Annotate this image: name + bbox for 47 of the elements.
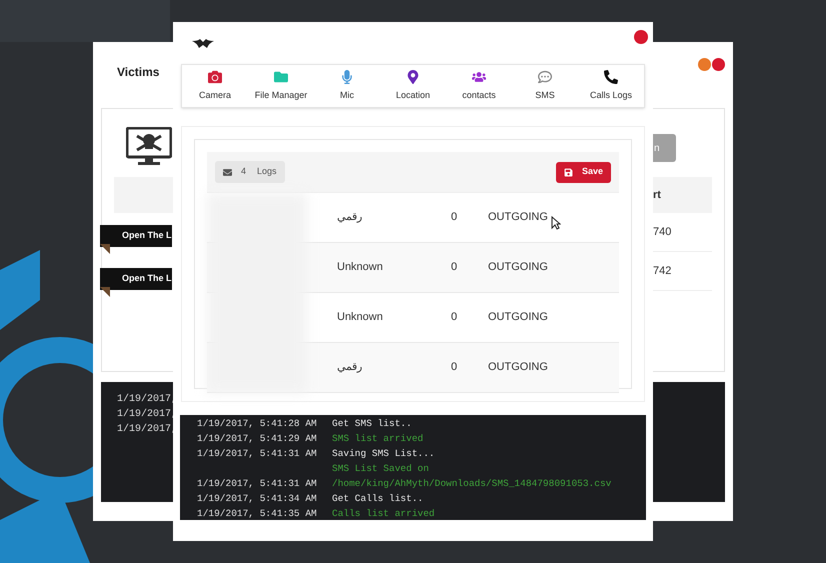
toolbar-button[interactable]: Calls Logs (578, 70, 644, 102)
table-cell-text: 0 (451, 260, 458, 276)
ribbon-fold-icon (100, 244, 110, 254)
logs-count-badge: 4 Logs (215, 161, 285, 183)
table-cell-text: Unknown (337, 260, 384, 276)
log-message: SMS List Saved on (332, 462, 429, 476)
table-cell-text: 0 (451, 310, 458, 326)
table-cell-text: رقمي (337, 210, 363, 226)
table-header: rt (652, 177, 712, 213)
log-time: 1/19/2017, 5:41:34 AM (197, 493, 317, 504)
log-time: 1/19/2017, 5:41:35 AM (197, 508, 317, 520)
log-message: Saving SMS List... (332, 447, 435, 462)
toolbar-button[interactable]: Location (380, 70, 446, 102)
log-message: /home/king/AhMyth/Downloads/SMS_1484798091053.csv (332, 477, 612, 492)
table-cell-text: رقمي (337, 360, 363, 376)
toolbar-button[interactable]: Camera (182, 70, 248, 102)
log-time: 1/19/2017, 5:41:29 AM (197, 433, 317, 444)
open-lab-button[interactable]: Open The L (100, 268, 172, 290)
table-cell-text: Unknown (337, 310, 384, 326)
window-title: Victims (117, 64, 160, 81)
table-cell-text: OUTGOING (488, 210, 548, 226)
log-time: 1/19/2017, (117, 424, 178, 436)
open-lab-button[interactable]: Open The L (100, 224, 172, 247)
toolbar-button[interactable]: File Manager (248, 70, 314, 102)
log-message: Get Calls list.. (332, 492, 424, 506)
cursor-icon (551, 216, 561, 230)
save-button[interactable]: Save (556, 162, 611, 182)
table-cell-text: OUTGOING (488, 360, 548, 376)
table-cell-text: OUTGOING (488, 260, 548, 276)
toolbar-button[interactable]: SMS (512, 70, 578, 102)
log-time: 1/19/2017, 5:41:28 AM (197, 418, 317, 430)
log-time: 1/19/2017, 5:41:31 AM (197, 448, 317, 460)
ribbon-fold-icon (100, 286, 110, 297)
log-message: SMS list arrived (332, 432, 424, 446)
log-message: Get SMS list.. (332, 417, 412, 432)
log-time: 1/19/2017, (117, 394, 178, 406)
toolbar-button[interactable]: contacts (446, 70, 512, 102)
table-cell-text: 0 (451, 360, 458, 376)
toolbar-button[interactable]: Mic (314, 70, 380, 102)
table-cell-text: 0 (451, 210, 458, 226)
bat-logo-icon (192, 39, 214, 49)
save-icon (564, 168, 573, 176)
log-time: 1/19/2017, (117, 409, 178, 421)
envelope-icon (223, 168, 232, 176)
table-cell-text: OUTGOING (488, 310, 548, 326)
log-time: 1/19/2017, 5:41:31 AM (197, 478, 317, 490)
log-message: Calls list arrived (332, 507, 435, 520)
